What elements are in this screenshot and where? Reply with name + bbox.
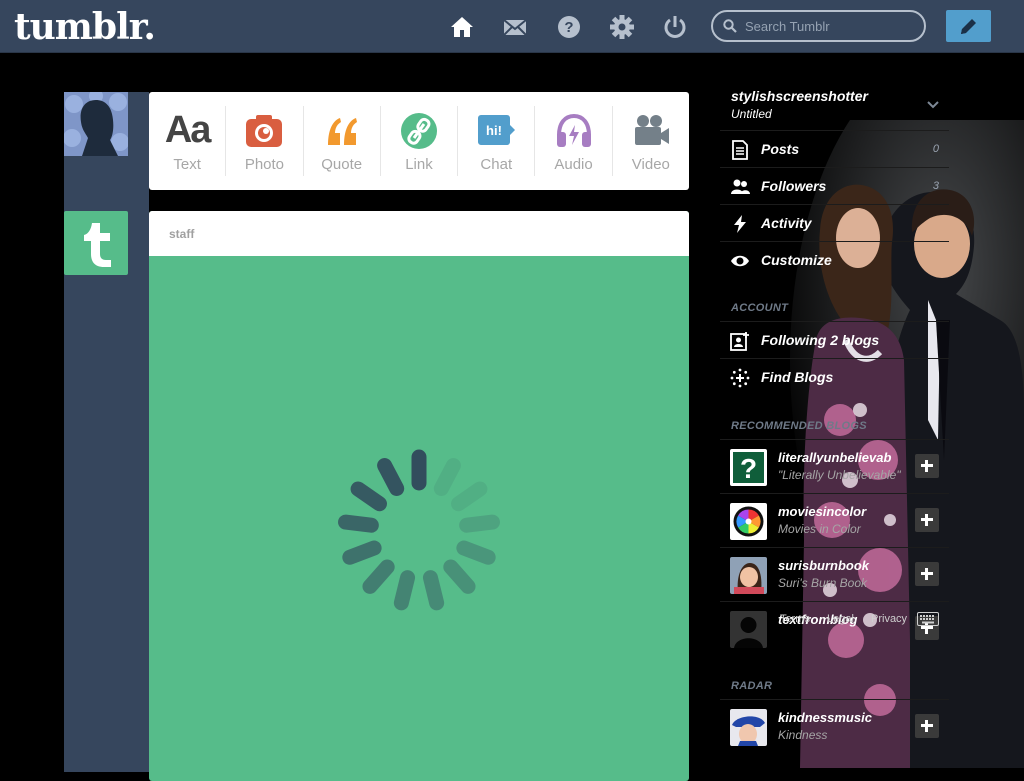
sidebar-item-label: Posts — [761, 141, 800, 157]
sidebar-item-activity[interactable]: Activity — [720, 204, 949, 241]
blog-title: Untitled — [731, 107, 772, 121]
post-video-button[interactable]: Video — [613, 106, 689, 176]
link-icon — [400, 113, 437, 149]
post-type-label: Photo — [244, 156, 285, 173]
footer-link-privacy[interactable]: Privacy — [871, 613, 907, 625]
compose-post-button[interactable] — [946, 10, 991, 42]
pencil-icon — [961, 19, 976, 34]
post-type-label: Text — [173, 156, 201, 173]
help-icon[interactable]: ? — [556, 14, 582, 40]
mail-icon[interactable] — [502, 14, 528, 40]
sidebar-item-following[interactable]: Following 2 blogs — [720, 321, 949, 358]
post-quote-button[interactable]: Quote — [304, 106, 381, 176]
post-blog-name[interactable]: staff — [149, 211, 689, 256]
followers-count: 3 — [932, 180, 939, 192]
blog-name: literallyunbelievab — [778, 450, 892, 465]
user-avatar[interactable] — [64, 92, 128, 156]
svg-text:?: ? — [564, 19, 573, 36]
post-text-button[interactable]: Aa Text — [149, 106, 227, 176]
blog-description: Movies in Color — [778, 522, 861, 536]
sidebar-item-label: Following 2 blogs — [761, 332, 880, 348]
headphones-icon — [556, 113, 591, 147]
keyboard-icon[interactable] — [917, 612, 939, 626]
girl-avatar — [730, 557, 767, 594]
sidebar-item-find-blogs[interactable]: Find Blogs — [720, 358, 949, 395]
follow-plus-button[interactable] — [915, 562, 939, 586]
chat-icon: hi! — [478, 115, 516, 145]
followers-icon — [731, 179, 750, 194]
post-type-label: Quote — [321, 156, 363, 173]
color-wheel-avatar — [730, 503, 767, 540]
blue-hat-avatar — [730, 709, 767, 746]
sidebar-item-label: Activity — [761, 215, 812, 231]
account-heading: ACCOUNT — [731, 302, 789, 314]
follow-plus-button[interactable] — [915, 508, 939, 532]
follow-plus-button[interactable] — [915, 714, 939, 738]
blog-name[interactable]: stylishscreenshotter — [731, 88, 868, 104]
top-navigation-bar: tumblr. ? — [0, 0, 1024, 53]
dashboard-column — [64, 92, 149, 772]
footer-link-legal[interactable]: Legal — [827, 613, 854, 625]
sidebar-item-label: Customize — [761, 252, 832, 268]
staff-post: staff — [149, 211, 689, 781]
sidebar-item-customize[interactable]: Customize — [720, 241, 949, 278]
find-blogs-icon — [730, 368, 750, 388]
following-icon — [730, 332, 749, 351]
posts-count: 0 — [932, 143, 939, 155]
footer-links: Terms Legal Privacy — [780, 613, 921, 625]
recommended-blog-item[interactable]: textfromblog — [720, 601, 949, 655]
loading-spinner-icon — [338, 449, 500, 611]
post-type-label: Video — [631, 156, 670, 173]
post-type-label: Audio — [554, 156, 593, 173]
post-audio-button[interactable]: Audio — [535, 106, 613, 176]
activity-icon — [734, 215, 746, 233]
power-icon[interactable] — [662, 14, 688, 40]
posts-icon — [732, 140, 748, 160]
post-type-label: Link — [405, 156, 433, 173]
search-icon — [723, 19, 737, 33]
text-icon: Aa — [164, 109, 212, 151]
recommended-blog-item[interactable]: surisburnbook Suri's Burn Book — [720, 547, 949, 601]
recommended-blog-item[interactable]: moviesincolor Movies in Color — [720, 493, 949, 547]
quote-icon — [327, 118, 357, 145]
home-icon[interactable] — [449, 14, 475, 40]
blog-name: surisburnbook — [778, 558, 870, 573]
footer-link-terms[interactable]: Terms — [780, 613, 810, 625]
blog-name: kindnessmusic — [778, 710, 872, 725]
tumblr-logo[interactable]: tumblr. — [14, 6, 156, 48]
search-box[interactable] — [711, 10, 926, 42]
eye-icon — [731, 255, 749, 267]
recommended-heading: RECOMMENDED BLOGS — [731, 420, 867, 432]
question-avatar: ? — [730, 449, 767, 486]
silhouette-avatar — [730, 611, 767, 648]
post-type-selector: Aa Text Photo Quote Link hi! Chat Audio … — [149, 92, 689, 190]
blog-description: Kindness — [778, 728, 828, 742]
camera-icon — [246, 115, 283, 147]
blog-description: Suri's Burn Book — [778, 576, 867, 590]
sidebar-item-followers[interactable]: Followers 3 — [720, 167, 949, 204]
radar-heading: RADAR — [731, 680, 773, 692]
post-photo-button[interactable]: Photo — [226, 106, 304, 176]
post-link-button[interactable]: Link — [381, 106, 459, 176]
settings-icon[interactable] — [609, 14, 635, 40]
post-chat-button[interactable]: hi! Chat — [458, 106, 536, 176]
post-type-label: Chat — [480, 156, 513, 173]
chevron-down-icon[interactable] — [927, 101, 939, 109]
recommended-blog-item[interactable]: ? literallyunbelievab "Literally Unbelie… — [720, 439, 949, 493]
video-camera-icon — [634, 115, 669, 145]
follow-plus-button[interactable] — [915, 454, 939, 478]
blog-description: "Literally Unbelievable" — [778, 468, 901, 482]
svg-text:hi!: hi! — [486, 123, 502, 138]
radar-blog-item[interactable]: kindnessmusic Kindness — [720, 699, 949, 753]
sidebar-item-label: Followers — [761, 178, 827, 194]
sidebar-item-label: Find Blogs — [761, 369, 834, 385]
search-input[interactable] — [745, 17, 915, 35]
svg-text:?: ? — [740, 453, 757, 484]
sidebar-item-posts[interactable]: Posts 0 — [720, 130, 949, 167]
tumblr-t-icon — [84, 223, 111, 267]
staff-avatar[interactable] — [64, 211, 128, 275]
blog-name: moviesincolor — [778, 504, 867, 519]
